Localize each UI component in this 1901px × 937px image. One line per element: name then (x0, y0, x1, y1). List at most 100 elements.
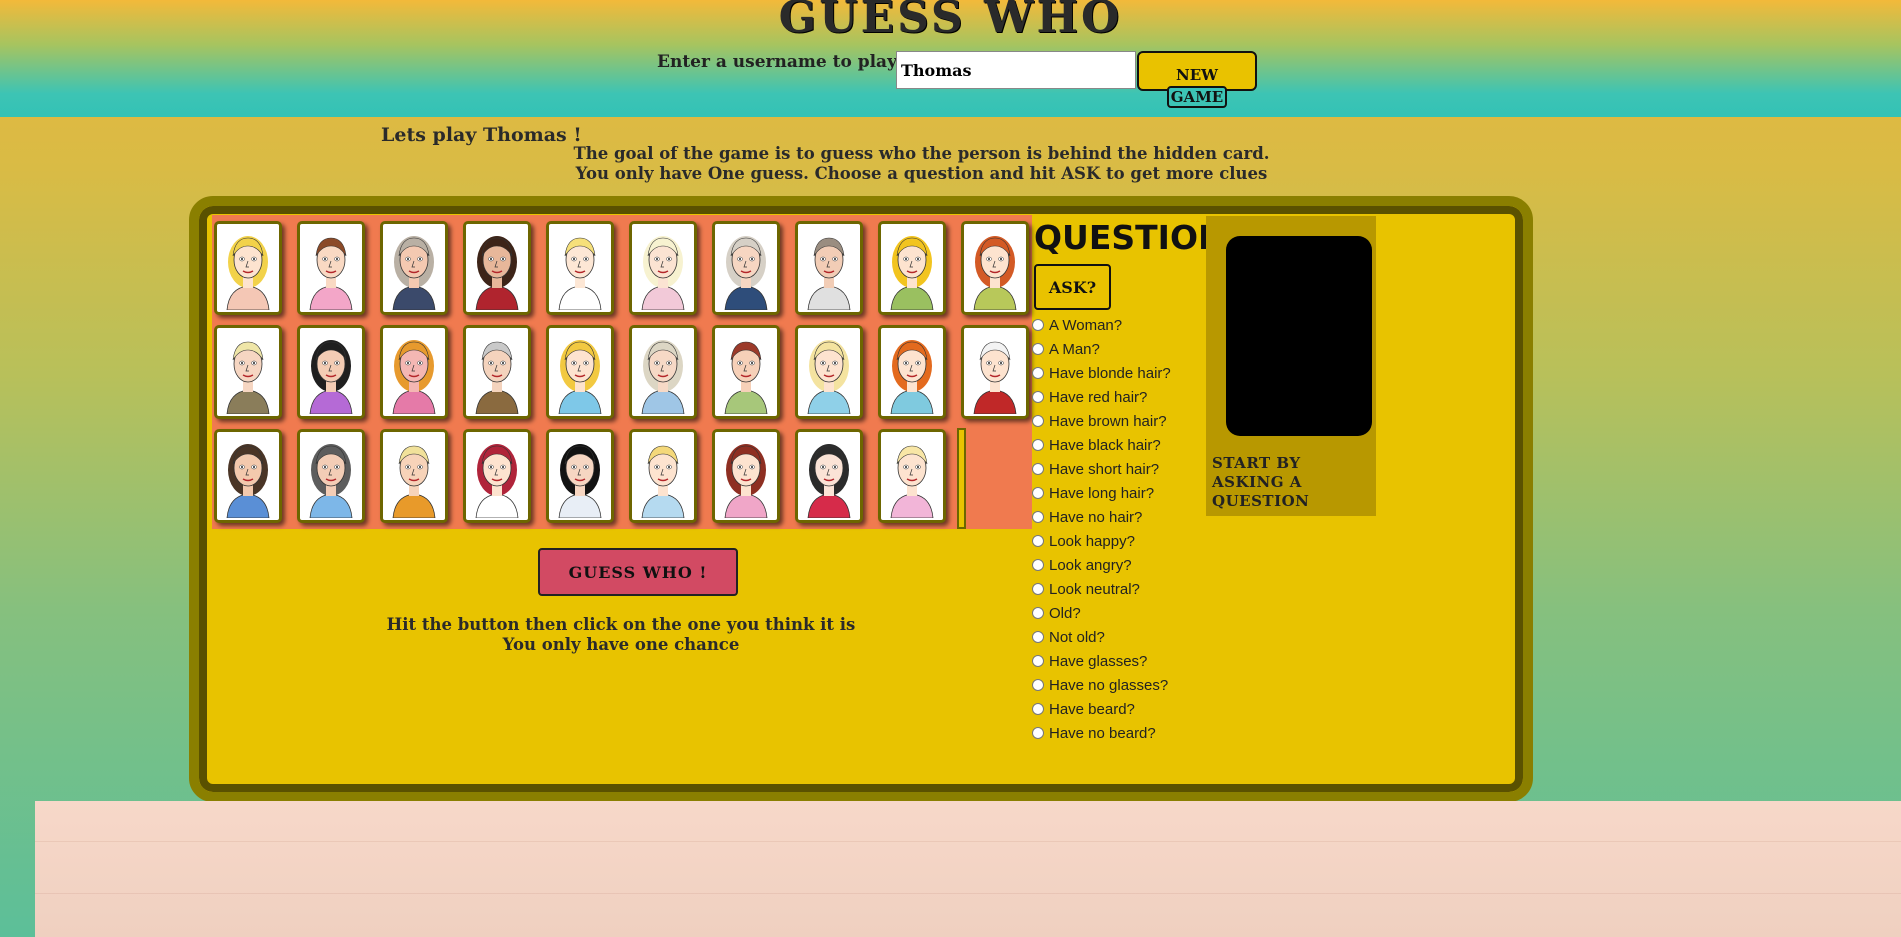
character-card[interactable] (961, 325, 1029, 419)
question-label: Have blonde hair? (1049, 364, 1171, 382)
question-item[interactable]: Have blonde hair? (1032, 361, 1171, 385)
character-portrait-icon (890, 445, 934, 518)
character-card[interactable] (214, 429, 282, 523)
question-item[interactable]: Have brown hair? (1032, 409, 1171, 433)
question-radio[interactable] (1032, 607, 1044, 619)
character-card[interactable] (380, 429, 448, 523)
question-item[interactable]: Have long hair? (1032, 481, 1171, 505)
character-card[interactable] (463, 429, 531, 523)
character-portrait-icon (890, 340, 934, 414)
question-radio[interactable] (1032, 439, 1044, 451)
question-item[interactable]: Not old? (1032, 625, 1171, 649)
question-radio[interactable] (1032, 559, 1044, 571)
new-game-button[interactable]: NEW GAME (1137, 51, 1257, 108)
question-item[interactable]: Have red hair? (1032, 385, 1171, 409)
question-radio[interactable] (1032, 535, 1044, 547)
character-portrait-icon (807, 444, 851, 518)
question-radio[interactable] (1032, 391, 1044, 403)
character-portrait-icon (475, 236, 519, 310)
question-item[interactable]: A Man? (1032, 337, 1171, 361)
instructions-line-1: The goal of the game is to guess who the… (573, 144, 1270, 163)
username-input[interactable] (896, 51, 1136, 89)
character-portrait-icon (973, 341, 1017, 414)
character-card[interactable] (297, 429, 365, 523)
character-card[interactable] (629, 221, 697, 315)
character-card[interactable] (546, 221, 614, 315)
character-card[interactable] (629, 325, 697, 419)
question-label: Not old? (1049, 628, 1105, 646)
question-item[interactable]: Old? (1032, 601, 1171, 625)
character-card[interactable] (546, 429, 614, 523)
question-radio[interactable] (1032, 703, 1044, 715)
guess-hint-line-2: You only have one chance (502, 635, 740, 654)
character-card[interactable] (546, 325, 614, 419)
character-card[interactable] (463, 325, 531, 419)
character-card[interactable] (297, 325, 365, 419)
character-card[interactable] (380, 325, 448, 419)
question-item[interactable]: Have black hair? (1032, 433, 1171, 457)
question-radio[interactable] (1032, 727, 1044, 739)
character-card[interactable] (712, 429, 780, 523)
question-item[interactable]: Have no beard? (1032, 721, 1171, 745)
ask-button[interactable]: ASK? (1034, 264, 1111, 310)
character-card[interactable] (712, 221, 780, 315)
question-radio[interactable] (1032, 511, 1044, 523)
question-item[interactable]: Have no glasses? (1032, 673, 1171, 697)
character-portrait-icon (641, 445, 685, 518)
character-portrait-icon (558, 444, 602, 518)
character-card[interactable] (712, 325, 780, 419)
question-radio[interactable] (1032, 679, 1044, 691)
question-radio[interactable] (1032, 343, 1044, 355)
character-card[interactable] (878, 325, 946, 419)
question-item[interactable]: Have no hair? (1032, 505, 1171, 529)
question-radio[interactable] (1032, 655, 1044, 667)
character-portrait-icon (392, 445, 436, 518)
character-portrait-icon (226, 444, 270, 518)
character-card[interactable] (878, 221, 946, 315)
question-radio[interactable] (1032, 319, 1044, 331)
question-label: Have no glasses? (1049, 676, 1169, 694)
question-item[interactable]: Have glasses? (1032, 649, 1171, 673)
question-label: Look neutral? (1049, 580, 1140, 598)
question-item[interactable]: A Woman? (1032, 313, 1171, 337)
question-label: Look happy? (1049, 532, 1135, 550)
question-radio[interactable] (1032, 415, 1044, 427)
question-radio[interactable] (1032, 463, 1044, 475)
question-label: A Woman? (1049, 316, 1123, 334)
question-label: Have black hair? (1049, 436, 1161, 454)
character-portrait-icon (475, 444, 519, 518)
question-item[interactable]: Have short hair? (1032, 457, 1171, 481)
character-card[interactable] (214, 325, 282, 419)
question-radio[interactable] (1032, 487, 1044, 499)
question-radio[interactable] (1032, 583, 1044, 595)
character-card[interactable] (380, 221, 448, 315)
page-title: GUESS WHO (778, 0, 1123, 43)
question-item[interactable]: Look happy? (1032, 529, 1171, 553)
question-item[interactable]: Look neutral? (1032, 577, 1171, 601)
question-label: Have brown hair? (1049, 412, 1167, 430)
character-card[interactable] (878, 429, 946, 523)
question-label: Have glasses? (1049, 652, 1148, 670)
question-item[interactable]: Look angry? (1032, 553, 1171, 577)
question-item[interactable]: Have beard? (1032, 697, 1171, 721)
character-card[interactable] (795, 221, 863, 315)
character-portrait-icon (226, 236, 270, 310)
character-portrait-icon (641, 236, 685, 310)
question-radio[interactable] (1032, 367, 1044, 379)
empty-card-slot (957, 428, 966, 529)
question-label: Have no beard? (1049, 724, 1156, 742)
guess-who-button[interactable]: GUESS WHO ! (538, 548, 738, 596)
question-radio[interactable] (1032, 631, 1044, 643)
character-card[interactable] (629, 429, 697, 523)
character-card[interactable] (795, 325, 863, 419)
character-portrait-icon (807, 237, 851, 310)
character-card[interactable] (214, 221, 282, 315)
character-card[interactable] (961, 221, 1029, 315)
character-portrait-icon (309, 237, 353, 310)
guess-hint-line-1: Hit the button then click on the one you… (386, 615, 856, 634)
character-card[interactable] (463, 221, 531, 315)
character-card[interactable] (795, 429, 863, 523)
character-card[interactable] (297, 221, 365, 315)
header-bar: GUESS WHO Enter a username to play... NE… (0, 0, 1901, 117)
question-label: Old? (1049, 604, 1081, 622)
